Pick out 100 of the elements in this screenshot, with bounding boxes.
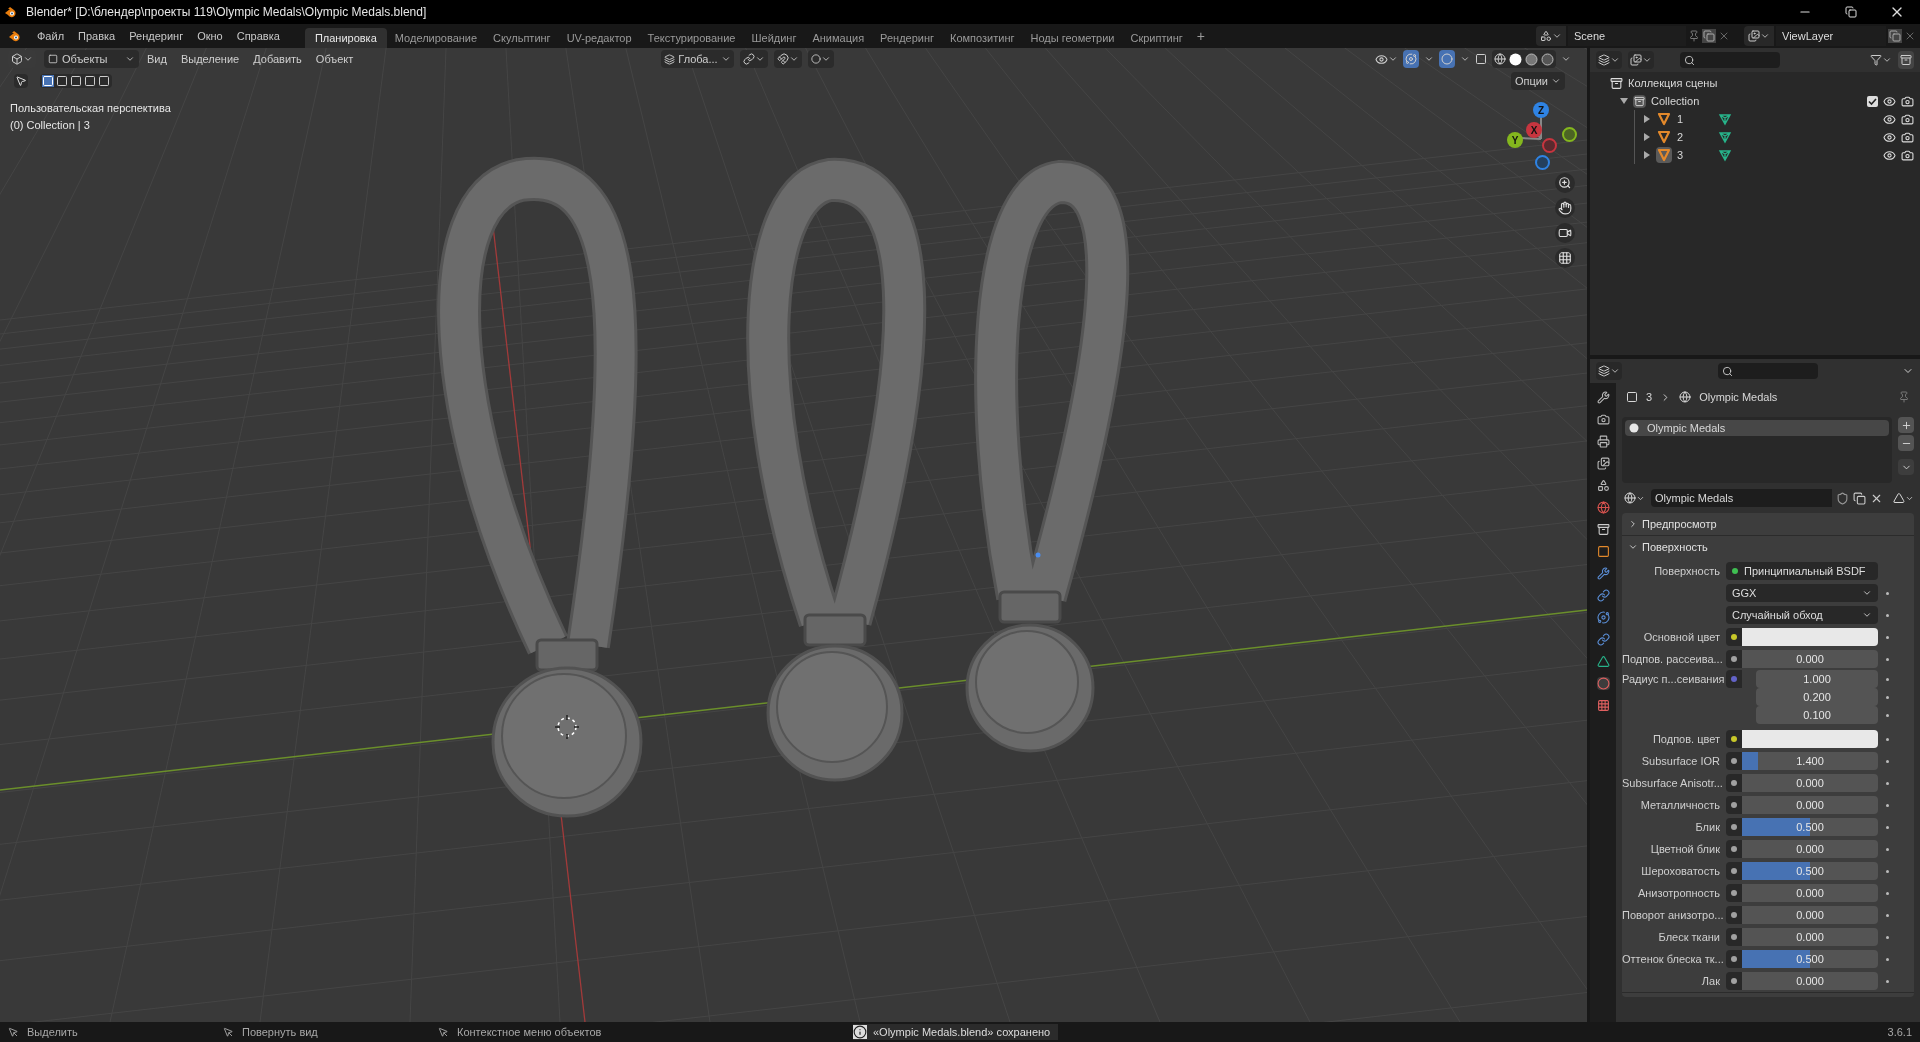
wrench-icon[interactable] xyxy=(1596,567,1610,580)
number-field[interactable]: 0.100 xyxy=(1756,706,1878,724)
expand-arrow-icon[interactable] xyxy=(1620,97,1628,105)
options-dropdown[interactable]: Опции xyxy=(1510,72,1565,90)
viewport-menu-item[interactable]: Вид xyxy=(141,50,173,68)
axis-handle[interactable]: Y xyxy=(1507,132,1523,148)
workspace-tab[interactable]: Скульптинг xyxy=(485,28,559,48)
mode-dropdown[interactable]: Объекты xyxy=(44,50,139,68)
camera-icon[interactable] xyxy=(1901,130,1914,144)
gizmo-toggle-button[interactable] xyxy=(1403,50,1419,68)
expand-arrow-icon[interactable] xyxy=(1643,133,1651,141)
duplicate-icon[interactable] xyxy=(1853,491,1866,505)
select-mode-icon[interactable] xyxy=(70,75,82,87)
3d-cursor-icon[interactable] xyxy=(554,714,580,740)
material-name-field[interactable]: Olympic Medals xyxy=(1651,489,1832,507)
workspace-tab[interactable]: Рендеринг xyxy=(872,28,943,48)
mesh-data-icon[interactable] xyxy=(1718,112,1732,126)
number-field[interactable]: 0.000 xyxy=(1742,840,1878,858)
axis-handle[interactable]: Z xyxy=(1533,102,1549,118)
view-layer-field[interactable]: ViewLayer xyxy=(1776,26,1886,46)
camera-view-icon[interactable] xyxy=(1555,223,1575,243)
collection-name[interactable]: Collection xyxy=(1651,92,1700,110)
number-field[interactable]: 1.000 xyxy=(1756,670,1878,688)
collection-name[interactable]: Коллекция сцены xyxy=(1628,74,1718,92)
number-field[interactable]: 0.000 xyxy=(1742,928,1878,946)
mesh-data-icon[interactable] xyxy=(1718,130,1732,144)
dropdown-field[interactable]: GGX xyxy=(1726,584,1878,602)
workspace-tab[interactable]: Композитинг xyxy=(942,28,1023,48)
xray-icon[interactable] xyxy=(1475,53,1487,65)
wrench-icon[interactable] xyxy=(1596,391,1610,404)
select-mode-icon[interactable] xyxy=(98,75,110,87)
socket-button[interactable] xyxy=(1726,928,1742,946)
exclude-checkbox[interactable] xyxy=(1867,95,1878,107)
delete-icon[interactable] xyxy=(1904,30,1916,42)
socket-button[interactable] xyxy=(1726,752,1742,770)
node-tree-button[interactable] xyxy=(1893,492,1914,504)
solid-shading-icon[interactable] xyxy=(1509,52,1522,66)
new-view-layer-icon[interactable] xyxy=(1888,29,1902,43)
viewport-menu-item[interactable]: Объект xyxy=(309,50,360,68)
new-scene-icon[interactable] xyxy=(1702,29,1716,43)
zoom-icon[interactable] xyxy=(1555,173,1575,193)
object-name[interactable]: 1 xyxy=(1677,110,1713,128)
wireframe-shading-icon[interactable] xyxy=(1494,53,1506,65)
pin-icon[interactable] xyxy=(1688,30,1700,42)
number-field[interactable]: 0.200 xyxy=(1756,688,1878,706)
globe-icon[interactable] xyxy=(1596,501,1610,514)
select-mode-icon[interactable] xyxy=(56,75,68,87)
proportional-edit-button[interactable] xyxy=(807,50,834,68)
number-field[interactable]: 0.500 xyxy=(1742,862,1878,880)
socket-button[interactable] xyxy=(1726,774,1742,792)
grid-icon[interactable] xyxy=(1555,248,1575,268)
menu-item[interactable]: Правка xyxy=(71,24,123,48)
socket-button[interactable] xyxy=(1726,972,1742,990)
dropdown-field[interactable]: Случайный обход xyxy=(1726,606,1878,624)
expand-arrow-icon[interactable] xyxy=(1643,151,1651,159)
pivot-button[interactable] xyxy=(739,50,768,68)
number-field[interactable]: 0.000 xyxy=(1742,650,1878,668)
eye-icon[interactable] xyxy=(1883,94,1896,108)
axis-handle[interactable] xyxy=(1542,138,1557,153)
number-field[interactable]: 0.500 xyxy=(1742,950,1878,968)
editor-type-button[interactable] xyxy=(1596,51,1622,69)
number-field[interactable]: 0.000 xyxy=(1742,972,1878,990)
pin-icon[interactable] xyxy=(1898,391,1910,403)
menu-item[interactable]: Рендеринг xyxy=(122,24,191,48)
color-swatch[interactable] xyxy=(1742,628,1878,646)
search-field[interactable] xyxy=(1680,52,1780,68)
workspace-tab[interactable]: Ноды геометрии xyxy=(1022,28,1123,48)
select-tool-icon[interactable] xyxy=(14,74,28,88)
editor-type-button[interactable] xyxy=(1596,362,1622,380)
images-icon[interactable] xyxy=(1596,457,1610,470)
camera-icon[interactable] xyxy=(1901,112,1914,126)
number-field[interactable]: 0.000 xyxy=(1742,796,1878,814)
panel-header[interactable]: Предпросмотр xyxy=(1622,513,1914,535)
socket-button[interactable] xyxy=(1726,906,1742,924)
shield-icon[interactable] xyxy=(1836,491,1849,505)
viewport-menu-item[interactable]: Выделение xyxy=(174,50,246,68)
archive-icon[interactable] xyxy=(1596,523,1610,536)
menu-item[interactable]: Файл xyxy=(30,24,72,48)
checker-icon[interactable] xyxy=(1596,699,1610,712)
remove-slot-button[interactable] xyxy=(1898,435,1914,451)
blender-menu-icon[interactable] xyxy=(8,30,22,42)
socket-button[interactable] xyxy=(1726,862,1742,880)
workspace-tab[interactable]: Текстурирование xyxy=(639,28,744,48)
mesh-data-icon[interactable] xyxy=(1718,148,1732,162)
snap-button[interactable] xyxy=(773,50,802,68)
viewport-menu-item[interactable]: Добавить xyxy=(247,50,308,68)
camera-icon[interactable] xyxy=(1596,413,1610,426)
scene-selector-button[interactable] xyxy=(1536,26,1566,46)
socket-button[interactable] xyxy=(1726,730,1742,748)
workspace-tab[interactable]: Шейдинг xyxy=(743,28,805,48)
triangle-icon[interactable] xyxy=(1596,655,1610,668)
number-field[interactable]: 0.500 xyxy=(1742,818,1878,836)
add-workspace-button[interactable]: + xyxy=(1190,25,1211,47)
socket-button[interactable] xyxy=(1726,950,1742,968)
workspace-tab[interactable]: Скриптинг xyxy=(1122,28,1191,48)
camera-icon[interactable] xyxy=(1901,94,1914,108)
add-slot-button[interactable] xyxy=(1898,417,1914,433)
camera-icon[interactable] xyxy=(1901,148,1914,162)
axis-handle[interactable] xyxy=(1562,127,1577,142)
select-mode-icon[interactable] xyxy=(84,75,96,87)
